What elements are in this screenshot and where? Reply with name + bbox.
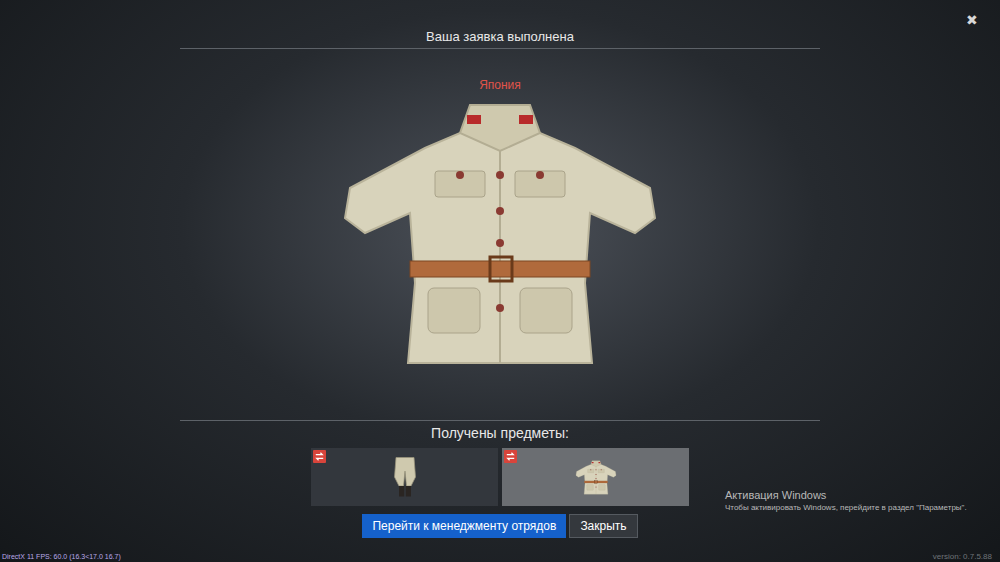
manage-squads-button[interactable]: Перейти к менеджменту отрядов: [362, 514, 566, 538]
item-preview: [180, 93, 820, 420]
jacket-icon: [574, 457, 618, 497]
close-button[interactable]: Закрыть: [569, 514, 637, 538]
received-items: [311, 448, 689, 506]
nation-label: Япония: [479, 77, 521, 93]
fps-counter: DirectX 11 FPS: 60.0 (16.3<17.0 16.7): [2, 553, 121, 561]
close-icon[interactable]: ✖: [966, 12, 978, 28]
watermark-title: Активация Windows: [725, 489, 967, 502]
item-card[interactable]: [311, 448, 498, 506]
trousers-icon: [390, 451, 420, 503]
windows-watermark: Активация WindowsЧтобы активировать Wind…: [725, 489, 967, 513]
version-label: version: 0.7.5.88: [933, 552, 992, 561]
swap-icon: [313, 450, 326, 463]
button-row: Перейти к менеджменту отрядовЗакрыть: [362, 514, 637, 538]
swap-icon: [504, 450, 517, 463]
jacket-icon: [330, 93, 670, 368]
received-heading: Получены предметы:: [180, 420, 820, 442]
item-card[interactable]: [502, 448, 689, 506]
watermark-text: Чтобы активировать Windows, перейдите в …: [725, 502, 967, 513]
reward-screen: Ваша заявка выполнена Япония Получены пред…: [0, 0, 1000, 562]
dialog: Ваша заявка выполнена Япония Получены пред…: [180, 0, 820, 538]
dialog-title: Ваша заявка выполнена: [180, 0, 820, 49]
